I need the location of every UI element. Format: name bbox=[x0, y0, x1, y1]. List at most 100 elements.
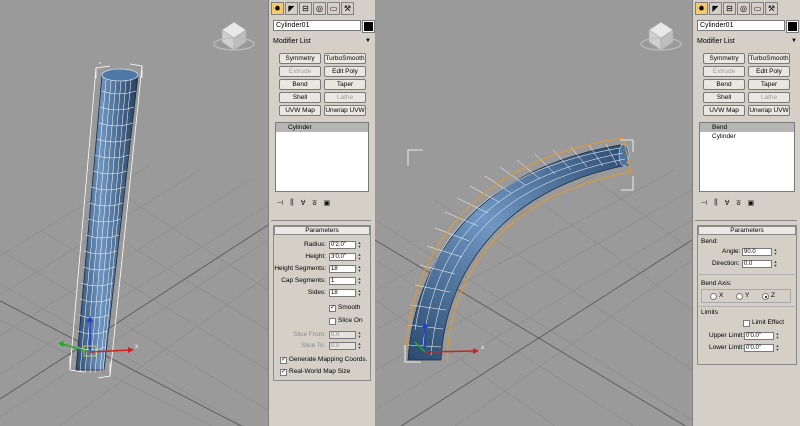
smooth-checkbox[interactable]: ✓ bbox=[329, 305, 336, 312]
modifier-button-taper[interactable]: Taper bbox=[324, 79, 366, 90]
utilities-icon[interactable]: ⚒ bbox=[765, 2, 778, 15]
remove-modifier-icon[interactable]: ठ bbox=[737, 199, 741, 209]
object-name-field[interactable]: Cylinder01 bbox=[273, 20, 361, 31]
axis-label: Y bbox=[745, 292, 750, 299]
modify-icon[interactable]: ◤ bbox=[285, 2, 298, 15]
stack-item[interactable]: Bend bbox=[700, 123, 794, 132]
modifier-list-dropdown[interactable]: Modifier List ▼ bbox=[273, 36, 371, 47]
utilities-icon[interactable]: ⚒ bbox=[341, 2, 354, 15]
hierarchy-icon[interactable]: ⊟ bbox=[299, 2, 312, 15]
spinner-icon[interactable]: ▲ ▼ bbox=[357, 342, 362, 350]
param-field[interactable]: 0'2.0" bbox=[329, 241, 356, 249]
param-field[interactable]: 1 bbox=[329, 277, 356, 285]
spinner-icon[interactable]: ▲ ▼ bbox=[773, 260, 778, 268]
slice-on-checkbox[interactable] bbox=[329, 318, 336, 325]
upper-limit-field[interactable]: 0'0.0" bbox=[744, 332, 774, 340]
stack-item[interactable]: Cylinder bbox=[700, 132, 794, 141]
angle-field[interactable]: 90.0 bbox=[742, 248, 772, 256]
axis-radio-x[interactable] bbox=[710, 293, 717, 300]
configure-modifier-sets-icon[interactable]: ▣ bbox=[324, 199, 331, 209]
bend-axis-label: Bend Axis: bbox=[701, 280, 732, 287]
modifier-stack[interactable]: Bend Cylinder bbox=[699, 122, 795, 192]
configure-modifier-sets-icon[interactable]: ▣ bbox=[748, 199, 755, 209]
object-name-field[interactable]: Cylinder01 bbox=[697, 20, 785, 31]
modifier-button-uvw-map[interactable]: UVW Map bbox=[703, 105, 745, 116]
real-world-map-checkbox[interactable]: ✓ bbox=[280, 369, 287, 376]
sun-icon[interactable]: ✹ bbox=[695, 2, 708, 15]
right-command-panel: ✹ ◤ ⊟ ◎ ▭ ⚒ Cylinder01 Modifier List ▼ Symmet… bbox=[692, 0, 800, 426]
motion-icon[interactable]: ◎ bbox=[737, 2, 750, 15]
axis-radio-y[interactable] bbox=[736, 293, 743, 300]
parameters-rollout-header[interactable]: Parameters bbox=[698, 226, 796, 235]
left-command-panel: ✹ ◤ ⊟ ◎ ▭ ⚒ Cylinder01 Modifier List ▼ Symmet… bbox=[268, 0, 375, 426]
object-color-swatch[interactable] bbox=[786, 20, 799, 33]
modifier-list-label: Modifier List bbox=[273, 38, 311, 45]
spinner-icon[interactable]: ▲ ▼ bbox=[357, 241, 362, 249]
slice-from-field[interactable]: 0.0 bbox=[329, 331, 356, 339]
show-end-result-icon[interactable]: || bbox=[290, 199, 294, 209]
display-icon[interactable]: ▭ bbox=[327, 2, 340, 15]
spinner-icon[interactable]: ▲ ▼ bbox=[357, 277, 362, 285]
modifier-button-shell[interactable]: Shell bbox=[703, 92, 745, 103]
stack-toolbar: ⊣ || ∀ ठ ▣ bbox=[701, 199, 754, 209]
modifier-button-turbosmooth[interactable]: TurboSmooth bbox=[324, 53, 366, 64]
right-viewport-canvas[interactable]: x bbox=[375, 0, 692, 426]
make-unique-icon[interactable]: ∀ bbox=[301, 199, 306, 209]
modifier-button-bend[interactable]: Bend bbox=[703, 79, 745, 90]
spinner-icon[interactable]: ▲ ▼ bbox=[773, 248, 778, 256]
modifier-button-edit-poly[interactable]: Edit Poly bbox=[748, 66, 790, 77]
param-label: Height: bbox=[305, 253, 326, 260]
slice-to-field[interactable]: 0.0 bbox=[329, 342, 356, 350]
modifier-button-bend[interactable]: Bend bbox=[279, 79, 321, 90]
sun-icon[interactable]: ✹ bbox=[271, 2, 284, 15]
chevron-down-icon: ▼ bbox=[365, 38, 371, 44]
show-end-result-icon[interactable]: || bbox=[714, 199, 718, 209]
lower-limit-field[interactable]: 0'0.0" bbox=[744, 344, 774, 352]
left-viewport[interactable]: x bbox=[0, 0, 269, 426]
spinner-icon[interactable]: ▲ ▼ bbox=[775, 332, 780, 340]
motion-icon[interactable]: ◎ bbox=[313, 2, 326, 15]
modifier-button-symmetry[interactable]: Symmetry bbox=[703, 53, 745, 64]
param-field[interactable]: 18 bbox=[329, 289, 356, 297]
stack-item[interactable]: Cylinder bbox=[276, 123, 368, 132]
modifier-list-dropdown[interactable]: Modifier List ▼ bbox=[697, 36, 797, 47]
modifier-button-edit-poly[interactable]: Edit Poly bbox=[324, 66, 366, 77]
panel-separator bbox=[695, 220, 797, 221]
hierarchy-icon[interactable]: ⊟ bbox=[723, 2, 736, 15]
make-unique-icon[interactable]: ∀ bbox=[725, 199, 730, 209]
modifier-button-unwrap-uvw[interactable]: Unwrap UVW bbox=[748, 105, 790, 116]
spinner-icon[interactable]: ▲ ▼ bbox=[357, 331, 362, 339]
spinner-icon[interactable]: ▲ ▼ bbox=[357, 265, 362, 273]
right-viewport[interactable]: x bbox=[375, 0, 692, 426]
pin-stack-icon[interactable]: ⊣ bbox=[701, 199, 707, 209]
modify-icon[interactable]: ◤ bbox=[709, 2, 722, 15]
limit-effect-checkbox[interactable] bbox=[743, 320, 750, 327]
slice-to-label: Slice To: bbox=[301, 342, 326, 349]
modifier-button-unwrap-uvw[interactable]: Unwrap UVW bbox=[324, 105, 366, 116]
modifier-button-shell[interactable]: Shell bbox=[279, 92, 321, 103]
modifier-button-taper[interactable]: Taper bbox=[748, 79, 790, 90]
modifier-button-lathe[interactable]: Lathe bbox=[324, 92, 366, 103]
direction-field[interactable]: 0.0 bbox=[742, 260, 772, 268]
modifier-button-turbosmooth[interactable]: TurboSmooth bbox=[748, 53, 790, 64]
spinner-icon[interactable]: ▲ ▼ bbox=[357, 253, 362, 261]
spinner-icon[interactable]: ▲ ▼ bbox=[775, 344, 780, 352]
modifier-button-extrude[interactable]: Extrude bbox=[703, 66, 745, 77]
modifier-stack[interactable]: Cylinder bbox=[275, 122, 369, 192]
param-field[interactable]: 18 bbox=[329, 265, 356, 273]
remove-modifier-icon[interactable]: ठ bbox=[313, 199, 317, 209]
modifier-button-extrude[interactable]: Extrude bbox=[279, 66, 321, 77]
left-viewport-canvas[interactable]: x bbox=[0, 0, 268, 426]
spinner-icon[interactable]: ▲ ▼ bbox=[357, 289, 362, 297]
param-field[interactable]: 3'0.0" bbox=[329, 253, 356, 261]
generate-mapping-checkbox[interactable]: ✓ bbox=[280, 357, 287, 364]
modifier-button-symmetry[interactable]: Symmetry bbox=[279, 53, 321, 64]
modifier-button-lathe[interactable]: Lathe bbox=[748, 92, 790, 103]
chevron-down-icon: ▼ bbox=[791, 38, 797, 44]
pin-stack-icon[interactable]: ⊣ bbox=[277, 199, 283, 209]
axis-radio-z[interactable] bbox=[762, 293, 769, 300]
modifier-button-uvw-map[interactable]: UVW Map bbox=[279, 105, 321, 116]
parameters-rollout-header[interactable]: Parameters bbox=[274, 226, 370, 235]
object-color-swatch[interactable] bbox=[362, 20, 375, 33]
display-icon[interactable]: ▭ bbox=[751, 2, 764, 15]
